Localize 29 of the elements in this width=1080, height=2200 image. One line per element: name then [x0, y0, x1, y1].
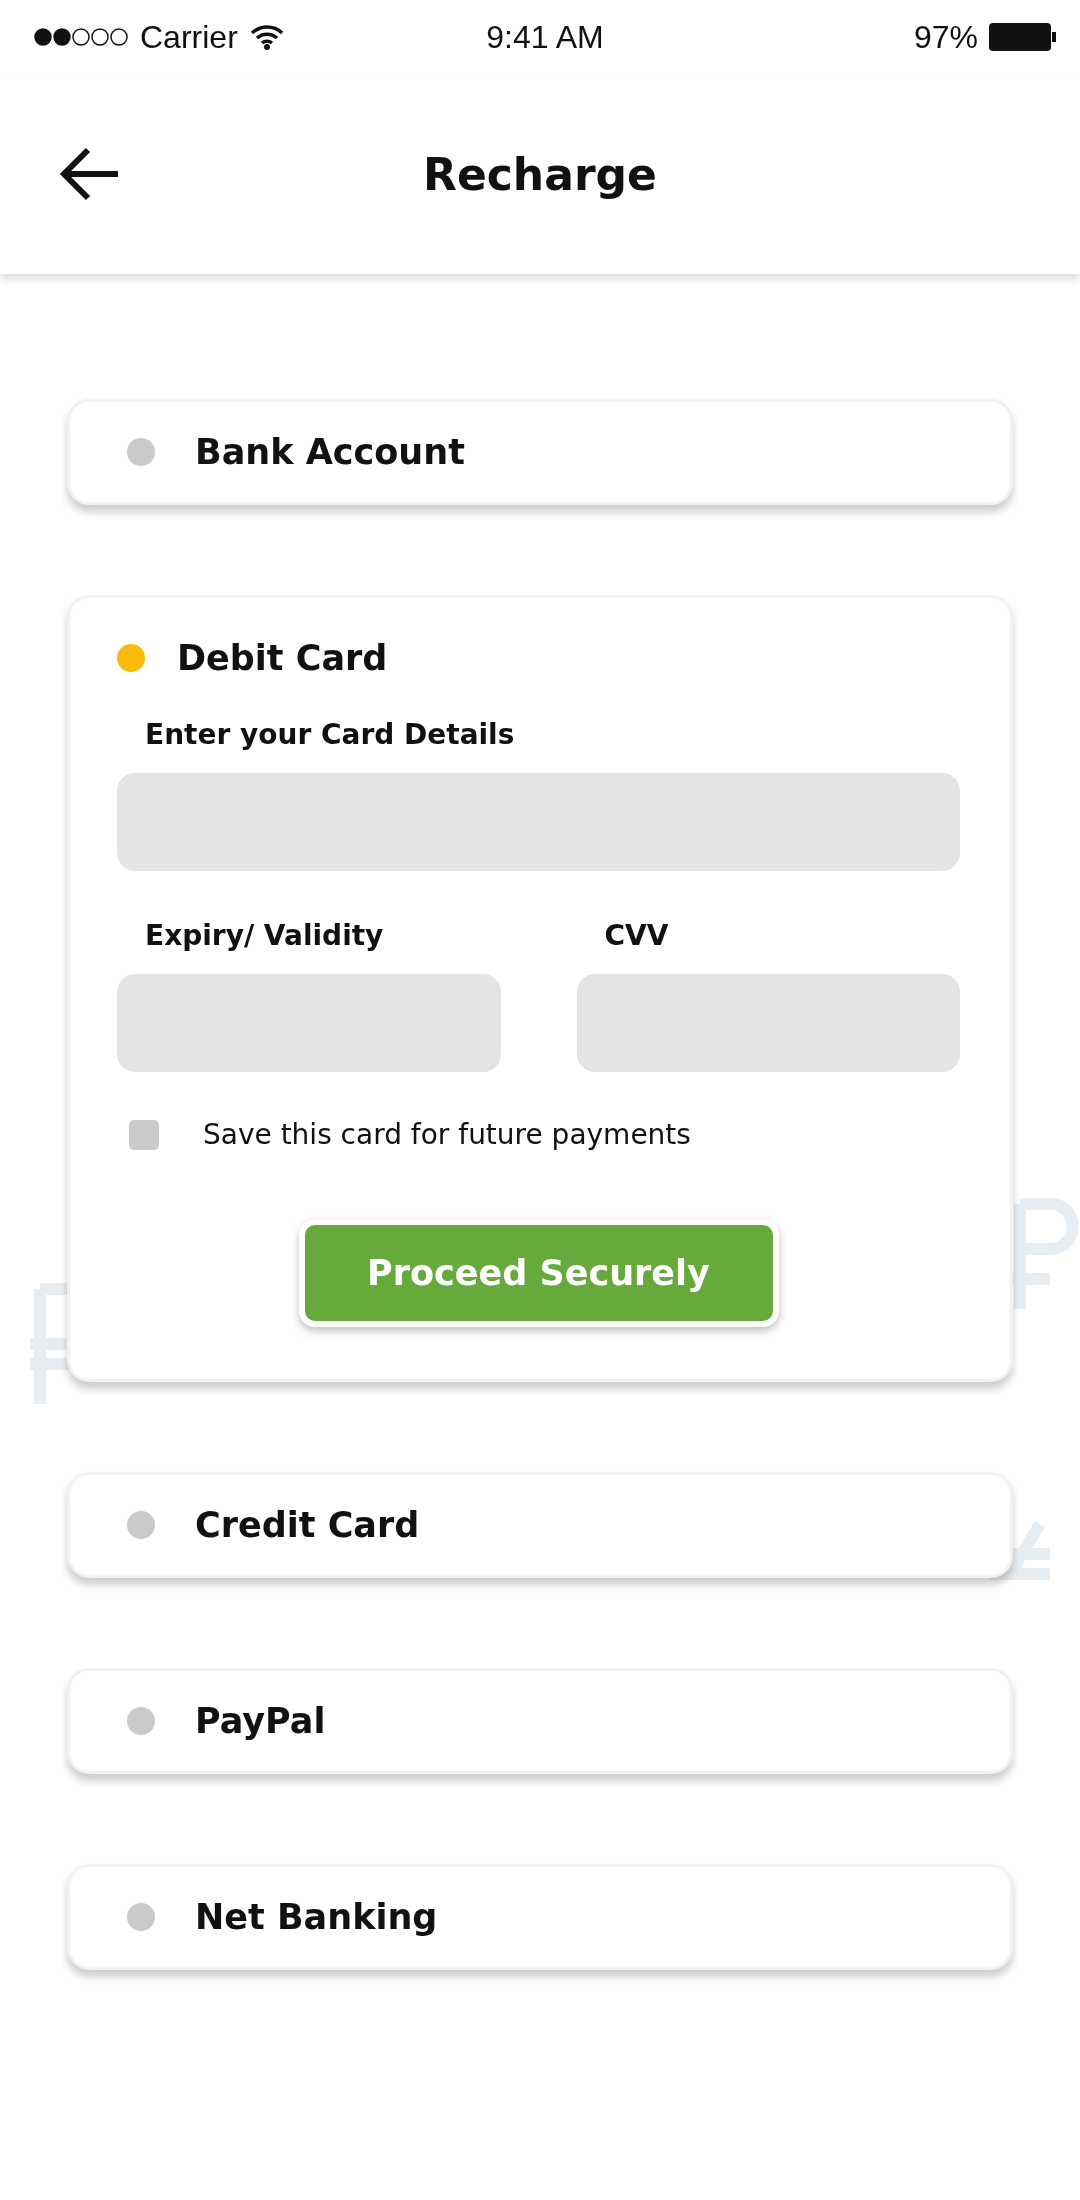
signal-icon	[34, 27, 128, 47]
cvv-field[interactable]	[576, 974, 960, 1072]
radio-dot[interactable]	[127, 1707, 155, 1735]
page-title: Recharge	[423, 148, 657, 200]
payment-option[interactable]: PayPal	[67, 1668, 1013, 1774]
payment-option[interactable]: Credit Card	[67, 1472, 1013, 1578]
radio-dot[interactable]	[127, 438, 155, 466]
carrier-name: Carrier	[140, 18, 238, 56]
field-label: CVV	[603, 919, 670, 952]
option-label: PayPal	[195, 1701, 326, 1741]
battery-percent: 97%	[913, 18, 978, 56]
option-label: Debit Card	[177, 638, 388, 678]
battery-icon	[988, 22, 1056, 52]
checkbox[interactable]	[129, 1119, 159, 1150]
wifi-icon	[249, 24, 284, 50]
option-label: Net Banking	[195, 1897, 438, 1937]
option-label: Bank Account	[195, 432, 465, 472]
radio-dot[interactable]	[117, 644, 145, 672]
status-time: 9:41 AM	[485, 18, 605, 56]
card-number-field[interactable]	[117, 773, 960, 871]
payment-option[interactable]: Net Banking	[67, 1864, 1013, 1970]
payment-option[interactable]: Bank Account	[67, 399, 1013, 505]
expiry-field[interactable]	[117, 974, 501, 1072]
field-label: Expiry/ Validity	[144, 919, 385, 952]
field-label: Enter your Card Details	[144, 718, 516, 751]
radio-dot[interactable]	[127, 1511, 155, 1539]
radio-dot[interactable]	[127, 1903, 155, 1931]
checkbox-label: Save this card for future payments	[203, 1118, 691, 1151]
option-label: Credit Card	[195, 1505, 420, 1545]
